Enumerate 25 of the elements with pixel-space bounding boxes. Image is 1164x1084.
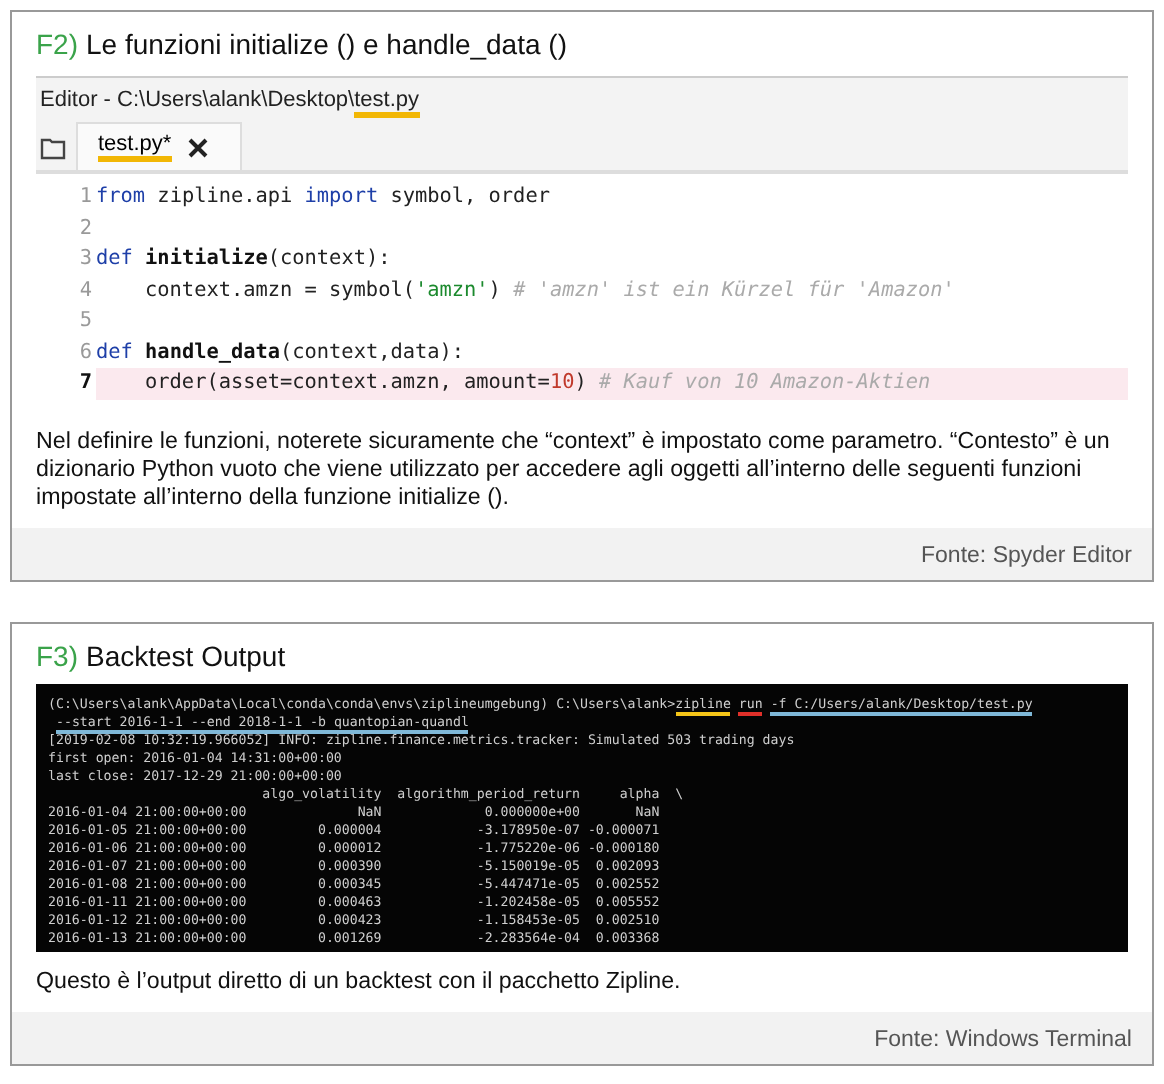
editor-path: Editor - C:\Users\alank\Desktop\: [40, 88, 355, 112]
line-number: 4: [77, 277, 94, 305]
figure-number: F2): [36, 28, 78, 60]
code-line: from zipline.api import symbol, order: [96, 184, 550, 212]
line-number: 5: [77, 308, 94, 336]
figure-title: Backtest Output: [86, 639, 286, 671]
close-icon[interactable]: [187, 137, 208, 157]
code-line: def initialize(context):: [96, 245, 391, 274]
code-line: context.amzn = symbol('amzn') # 'amzn' ist ein Kürzel für 'Amazon': [143, 277, 955, 305]
code-line: order(asset=context.amzn, amount=10) # Kauf von 10 Amazon-Aktien: [143, 370, 931, 398]
figure-caption: Nel definire le funzioni, noterete sicuramente che “context” è impostato come parametro. “Contesto” è un dizionario Python vuoto che viene utilizzato per accedere agli oggetti all’interno delle seguenti funzioni impostate all’interno della funzione initialize ().: [36, 427, 1112, 511]
file-name: test.py: [354, 88, 420, 118]
line-number: 1: [77, 184, 94, 212]
figure-caption: Questo è l’output diretto di un backtest con il pacchetto Zipline.: [36, 967, 683, 995]
line-number: 2: [77, 215, 94, 243]
line-number: 7: [36, 368, 96, 399]
figure-title: Le funzioni initialize () e handle_data (): [86, 28, 567, 60]
folder-icon[interactable]: [40, 136, 68, 160]
source-credit: Fonte: Windows Terminal: [874, 1027, 1132, 1051]
line-number: 3: [77, 246, 94, 274]
file-tab[interactable]: test.py*: [76, 122, 242, 170]
code-line: def handle_data(context,data):: [96, 339, 465, 367]
figure-number: F3): [36, 639, 78, 671]
line-number: 6: [77, 339, 94, 367]
source-credit: Fonte: Spyder Editor: [921, 543, 1132, 567]
